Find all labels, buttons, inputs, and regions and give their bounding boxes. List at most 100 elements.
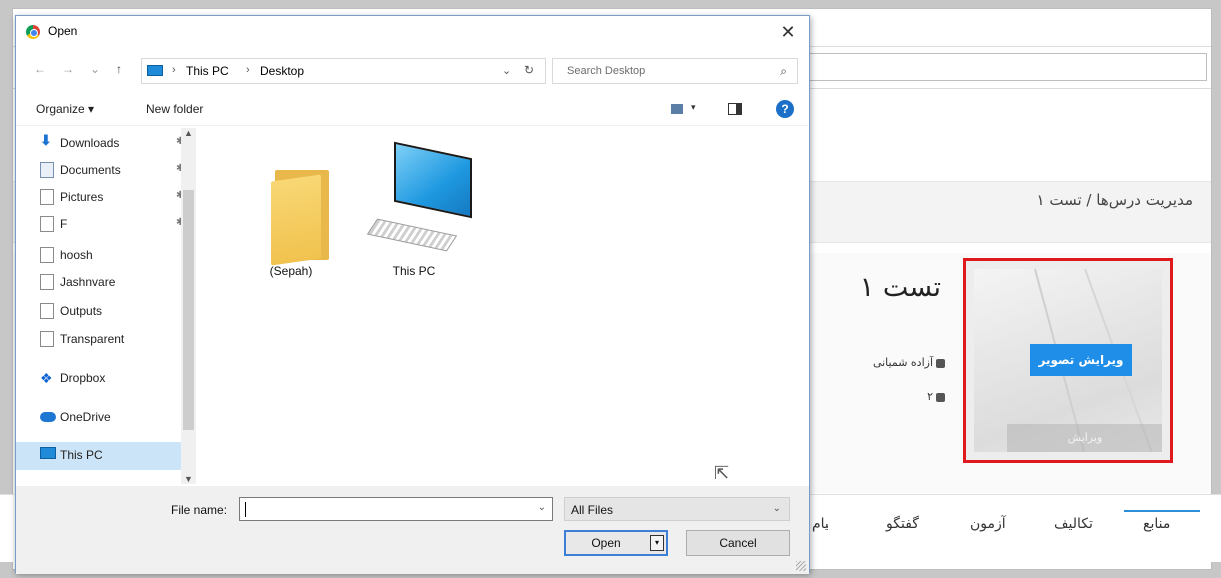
scroll-thumb[interactable] [183, 190, 194, 430]
chrome-icon [26, 25, 40, 39]
dialog-toolbar: Organize ▾ New folder ▾ ? [16, 92, 809, 126]
address-dropdown-icon[interactable]: ⌄ [502, 64, 511, 77]
count-value: ۲ [927, 390, 933, 403]
nav-item-jashnvare[interactable]: Jashnvare [40, 271, 180, 295]
tab-quiz[interactable]: آزمون [970, 516, 1006, 532]
help-icon[interactable]: ? [776, 100, 794, 118]
address-segment-this-pc[interactable]: This PC [186, 64, 229, 78]
nav-pane-scrollbar[interactable]: ▲ ▼ [181, 128, 196, 484]
forward-arrow-icon[interactable]: → [62, 62, 74, 76]
view-options-icon[interactable] [671, 104, 683, 114]
dialog-titlebar[interactable]: Open ✕ [16, 16, 809, 48]
this-pc-icon [40, 447, 56, 459]
refresh-icon[interactable]: ↻ [524, 63, 534, 77]
scroll-up-icon[interactable]: ▲ [184, 128, 193, 138]
file-type-select[interactable]: All Files ⌄ [564, 497, 790, 521]
document-icon [40, 331, 54, 347]
nav-item-documents[interactable]: Documents ✱ [40, 159, 184, 183]
author-name: آزاده شمیانی [872, 356, 933, 369]
breadcrumb-separator: › [172, 64, 176, 76]
file-item-sepah-folder[interactable]: (Sepah) [241, 146, 341, 278]
lesson-title: تست ۱ [859, 272, 941, 303]
file-name-label: (Sepah) [269, 264, 313, 278]
scroll-down-icon[interactable]: ▼ [184, 474, 193, 484]
text-caret [245, 502, 246, 517]
file-name-label-text: File name: [171, 503, 228, 517]
nav-item-pictures[interactable]: Pictures ✱ [40, 186, 184, 210]
tab-discussion[interactable]: گفتگو [886, 516, 919, 532]
back-arrow-icon[interactable]: ← [34, 62, 46, 76]
file-name-input[interactable]: ⌄ [239, 497, 553, 521]
nav-item-label: Transparent [60, 332, 125, 346]
file-item-this-pc[interactable]: This PC [364, 141, 472, 278]
nav-item-hoosh[interactable]: hoosh [40, 244, 180, 268]
tab-resources[interactable]: منابع [1143, 516, 1170, 532]
folder-icon [936, 392, 945, 402]
user-icon [936, 358, 945, 368]
folder-front [271, 174, 321, 266]
nav-item-label: This PC [60, 448, 103, 462]
dialog-footer: File name: ⌄ All Files ⌄ Open ▾ Cancel [16, 486, 809, 574]
nav-item-this-pc[interactable]: This PC [16, 442, 196, 470]
view-dropdown-icon[interactable]: ▾ [691, 102, 696, 113]
breadcrumb[interactable]: مدیریت درس‌ها / تست ۱ [1037, 191, 1193, 209]
screen: مدیریت درس‌ها / تست ۱ تست ۱ آزاده شمیانی… [0, 0, 1221, 578]
keyboard-icon [366, 218, 458, 252]
nav-item-outputs[interactable]: Outputs [40, 300, 180, 324]
mouse-cursor-icon: ⇱ [714, 463, 730, 483]
organize-button[interactable]: Organize ▾ [36, 102, 94, 116]
preview-pane-icon[interactable] [728, 103, 742, 115]
nav-item-label: Outputs [60, 304, 103, 318]
browser-url-box[interactable] [803, 53, 1207, 81]
image-caption: ویرایش [1007, 424, 1162, 452]
nav-item-onedrive[interactable]: OneDrive [40, 406, 180, 430]
tab-assignments[interactable]: تکالیف [1054, 516, 1093, 532]
breadcrumb-separator: › [246, 64, 250, 76]
close-button[interactable]: ✕ [773, 18, 803, 46]
new-folder-button[interactable]: New folder [146, 102, 203, 116]
recent-locations-icon[interactable]: ⌄ [90, 62, 100, 76]
download-icon: ⬇ [40, 132, 52, 148]
document-icon [40, 189, 54, 205]
open-button-label: Open [591, 536, 621, 550]
documents-icon [40, 162, 54, 178]
dropbox-icon: ❖ [40, 370, 53, 386]
nav-item-transparent[interactable]: Transparent [40, 328, 180, 352]
document-icon [40, 274, 54, 290]
nav-item-label: Documents [60, 163, 121, 177]
file-type-value: All Files [571, 503, 614, 517]
nav-item-label: Downloads [60, 136, 120, 150]
lesson-author: آزاده شمیانی [873, 356, 945, 369]
lesson-image-highlight: ویرایش تصویر ویرایش [963, 258, 1173, 463]
file-name-label: This PC [392, 264, 436, 278]
chevron-down-icon[interactable]: ⌄ [773, 503, 781, 514]
nav-item-dropbox[interactable]: ❖ Dropbox [40, 367, 180, 391]
search-input[interactable]: Search Desktop ⌕ [552, 58, 798, 84]
this-pc-icon [147, 65, 163, 76]
document-icon [40, 247, 54, 263]
nav-item-label: Jashnvare [60, 275, 116, 289]
nav-item-label: F [60, 217, 68, 231]
open-file-dialog: Open ✕ ← → ⌄ ↑ › This PC › Desktop ⌄ ↻ S… [15, 15, 810, 574]
search-icon[interactable]: ⌕ [780, 64, 787, 79]
tab-messages[interactable]: پیام [812, 516, 828, 532]
lesson-count: ۲ [927, 390, 945, 403]
file-name-dropdown-icon[interactable]: ⌄ [538, 502, 546, 513]
address-bar[interactable]: › This PC › Desktop ⌄ ↻ [141, 58, 546, 84]
address-segment-desktop[interactable]: Desktop [260, 64, 304, 78]
document-icon [40, 303, 54, 319]
cancel-button[interactable]: Cancel [686, 530, 790, 556]
nav-item-f[interactable]: F ✱ [40, 213, 184, 237]
resize-grip-icon[interactable] [796, 561, 806, 571]
address-row: ← → ⌄ ↑ › This PC › Desktop ⌄ ↻ Search D… [16, 56, 809, 86]
cancel-button-label: Cancel [719, 536, 757, 550]
open-button[interactable]: Open ▾ [564, 530, 668, 556]
document-icon [40, 216, 54, 232]
lesson-image: ویرایش تصویر ویرایش [974, 269, 1162, 452]
search-placeholder: Search Desktop [567, 65, 646, 77]
dialog-title: Open [48, 24, 78, 38]
open-split-dropdown-icon[interactable]: ▾ [650, 535, 664, 551]
nav-item-downloads[interactable]: ⬇ Downloads ✱ [40, 132, 184, 156]
edit-image-button[interactable]: ویرایش تصویر [1030, 344, 1132, 376]
up-arrow-icon[interactable]: ↑ [116, 62, 122, 76]
